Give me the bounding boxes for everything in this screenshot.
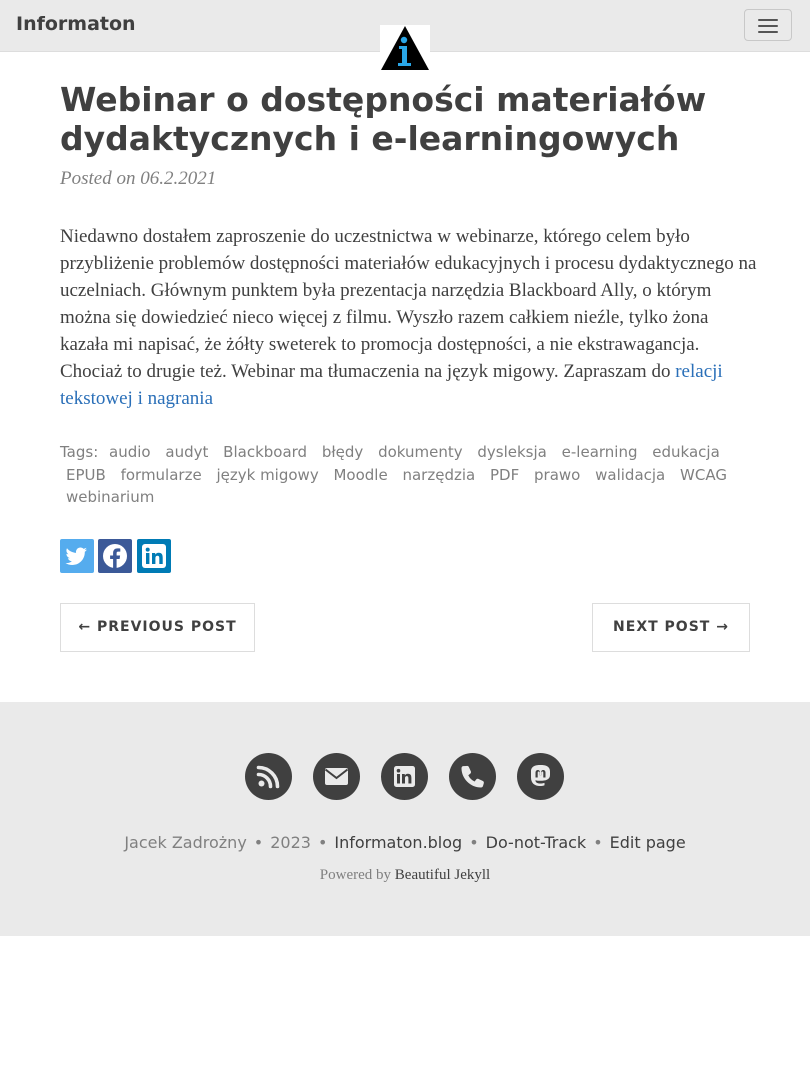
share-twitter-button[interactable] <box>60 539 94 573</box>
tags-label: Tags: <box>60 443 99 461</box>
tag-link[interactable]: prawo <box>534 466 580 484</box>
tag-link[interactable]: język migowy <box>216 466 318 484</box>
tag-link[interactable]: Blackboard <box>223 443 307 461</box>
footer: Jacek Zadrożny • 2023 • Informaton.blog • Do-n… <box>0 702 810 936</box>
tag-link[interactable]: audio <box>109 443 151 461</box>
envelope-icon <box>324 768 349 785</box>
tag-link[interactable]: dokumenty <box>378 443 463 461</box>
post-title: Webinar o dostępności materiałów dydakty… <box>60 80 707 158</box>
menu-toggle-button[interactable] <box>744 9 792 41</box>
hamburger-menu-icon <box>758 19 778 21</box>
site-brand-link[interactable]: Informaton <box>16 13 136 35</box>
next-post-button[interactable]: NEXT POST → <box>592 603 750 652</box>
footer-site-link[interactable]: Informaton.blog <box>334 833 462 852</box>
tag-link[interactable]: dysleksja <box>477 443 546 461</box>
tag-link[interactable]: edukacja <box>652 443 719 461</box>
rss-icon <box>256 765 280 789</box>
post-body: Niedawno dostałem zaproszenie do uczestn… <box>60 223 760 412</box>
twitter-icon <box>60 539 94 573</box>
tag-link[interactable]: webinarium <box>66 488 154 506</box>
tag-link[interactable]: narzędzia <box>402 466 475 484</box>
footer-mastodon-link[interactable] <box>517 753 564 800</box>
footer-dnt-link[interactable]: Do-not-Track <box>486 833 587 852</box>
facebook-icon <box>98 539 132 573</box>
tags-list: Tags: audio audyt Blackboard błędy dokum… <box>60 441 760 509</box>
tag-link[interactable]: walidacja <box>595 466 665 484</box>
footer-linkedin-link[interactable] <box>381 753 428 800</box>
linkedin-icon <box>137 539 171 573</box>
tag-link[interactable]: EPUB <box>66 466 106 484</box>
footer-theme-link[interactable]: Beautiful Jekyll <box>395 867 490 883</box>
post-date: Posted on 06.2.2021 <box>60 168 217 189</box>
post-body-text: Niedawno dostałem zaproszenie do uczestn… <box>60 226 757 382</box>
footer-powered-by: Powered by Beautiful Jekyll <box>319 867 491 883</box>
footer-phone-link[interactable] <box>449 753 496 800</box>
site-logo[interactable] <box>380 25 430 71</box>
footer-copyright: Jacek Zadrożny • 2023 • Informaton.blog • Do-n… <box>124 833 686 852</box>
tag-link[interactable]: audyt <box>165 443 208 461</box>
footer-year: 2023 <box>270 833 311 852</box>
phone-icon <box>461 765 484 788</box>
tag-link[interactable]: PDF <box>490 466 519 484</box>
info-triangle-logo <box>381 26 429 70</box>
tag-link[interactable]: błędy <box>322 443 363 461</box>
mastodon-icon <box>531 765 550 786</box>
footer-author: Jacek Zadrożny <box>124 833 247 852</box>
footer-email-link[interactable] <box>313 753 360 800</box>
share-facebook-button[interactable] <box>98 539 132 573</box>
footer-rss-link[interactable] <box>245 753 292 800</box>
tag-link[interactable]: WCAG <box>680 466 727 484</box>
footer-edit-link[interactable]: Edit page <box>610 833 686 852</box>
tag-link[interactable]: Moodle <box>333 466 387 484</box>
tag-link[interactable]: e-learning <box>562 443 638 461</box>
linkedin-icon <box>394 766 415 787</box>
previous-post-button[interactable]: ← PREVIOUS POST <box>60 603 255 652</box>
share-linkedin-button[interactable] <box>137 539 171 573</box>
tag-link[interactable]: formularze <box>121 466 202 484</box>
